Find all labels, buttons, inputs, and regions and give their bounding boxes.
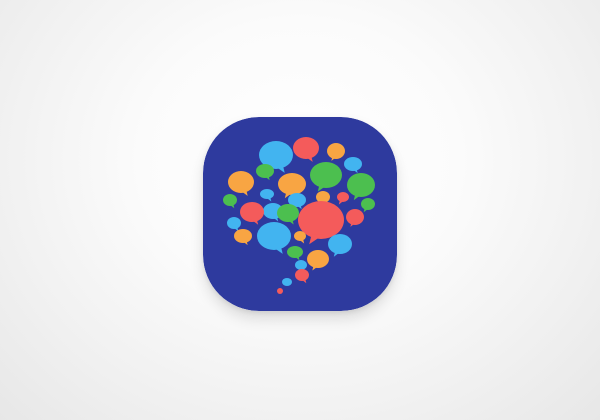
screen-background: [0, 0, 600, 420]
app-icon[interactable]: [203, 117, 397, 311]
speech-bubble-icon: [277, 288, 283, 294]
chat-bubbles-cluster-icon: [203, 117, 397, 311]
speech-bubble-icon: [282, 278, 292, 286]
